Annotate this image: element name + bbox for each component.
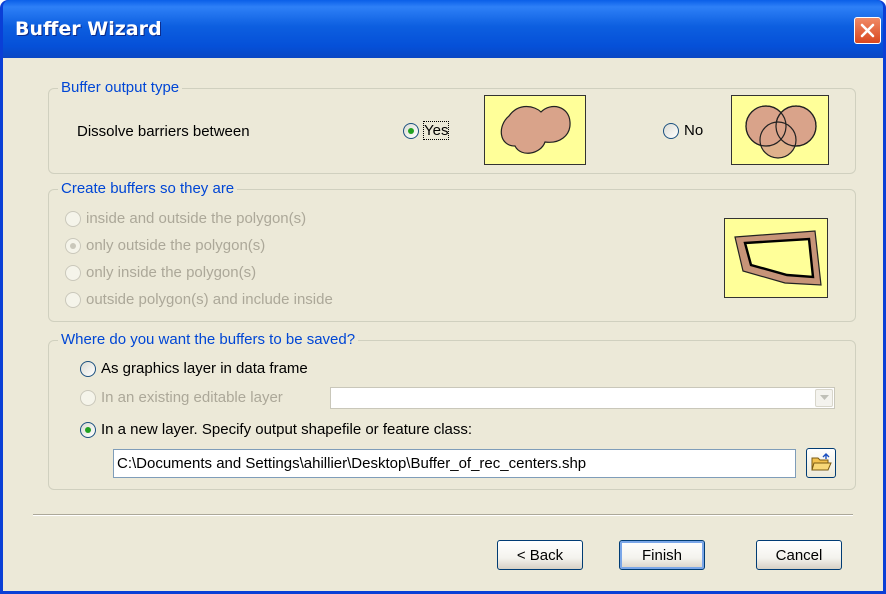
browse-button[interactable]	[806, 448, 836, 478]
radio-indicator	[65, 264, 81, 281]
radio-indicator	[403, 122, 419, 139]
radio-indicator	[80, 421, 96, 438]
polygon-buffer-image	[734, 230, 822, 286]
existing-layer-dropdown[interactable]	[330, 387, 835, 409]
existing-layer-radio[interactable]: In an existing editable layer	[80, 389, 283, 406]
dialog-client-area: Buffer output type Dissolve barriers bet…	[3, 58, 883, 591]
buffer-wizard-window: Buffer Wizard Buffer output type Dissolv…	[0, 0, 886, 594]
polygon-buffer-preview	[724, 218, 828, 298]
open-folder-icon	[811, 453, 832, 471]
title-bar[interactable]: Buffer Wizard	[3, 0, 883, 58]
group-legend: Where do you want the buffers to be save…	[58, 331, 359, 349]
overlapping-buffer-preview	[731, 95, 829, 165]
output-path-value: C:\Documents and Settings\ahillier\Deskt…	[117, 455, 587, 472]
dissolve-no-radio[interactable]: No	[663, 122, 703, 139]
finish-button[interactable]: Finish	[619, 540, 705, 570]
group-legend: Create buffers so they are	[58, 180, 238, 198]
dissolved-circles-image	[500, 105, 571, 154]
graphics-layer-radio[interactable]: As graphics layer in data frame	[80, 360, 308, 377]
new-layer-radio[interactable]: In a new layer. Specify output shapefile…	[80, 421, 472, 438]
radio-indicator	[65, 291, 81, 308]
yes-label: Yes	[422, 121, 450, 140]
dropdown-button[interactable]	[815, 389, 833, 407]
chevron-down-icon	[819, 395, 829, 400]
overlapping-circles-image	[745, 105, 817, 159]
save-location-group: Where do you want the buffers to be save…	[48, 331, 856, 490]
back-button[interactable]: < Back	[497, 540, 583, 570]
output-path-field[interactable]: C:\Documents and Settings\ahillier\Deskt…	[113, 449, 796, 478]
close-button[interactable]	[854, 17, 881, 44]
radio-indicator	[80, 389, 96, 406]
create-buffers-group: Create buffers so they are inside and ou…	[48, 180, 856, 322]
dissolve-yes-radio[interactable]: Yes	[403, 121, 450, 140]
buffer-output-type-group: Buffer output type Dissolve barriers bet…	[48, 79, 856, 174]
outside-include-inside-radio[interactable]: outside polygon(s) and include inside	[65, 291, 333, 308]
group-legend: Buffer output type	[58, 79, 183, 97]
dissolved-buffer-preview	[484, 95, 586, 165]
separator	[33, 514, 853, 516]
dissolve-label: Dissolve barriers between	[77, 123, 250, 140]
radio-indicator	[65, 237, 81, 254]
close-icon	[860, 23, 875, 38]
no-label: No	[684, 122, 704, 139]
radio-indicator	[80, 360, 96, 377]
radio-indicator	[663, 122, 679, 139]
window-title: Buffer Wizard	[15, 18, 162, 40]
only-outside-radio[interactable]: only outside the polygon(s)	[65, 237, 265, 254]
radio-indicator	[65, 210, 81, 227]
cancel-button[interactable]: Cancel	[756, 540, 842, 570]
only-inside-radio[interactable]: only inside the polygon(s)	[65, 264, 256, 281]
inside-outside-radio[interactable]: inside and outside the polygon(s)	[65, 210, 306, 227]
